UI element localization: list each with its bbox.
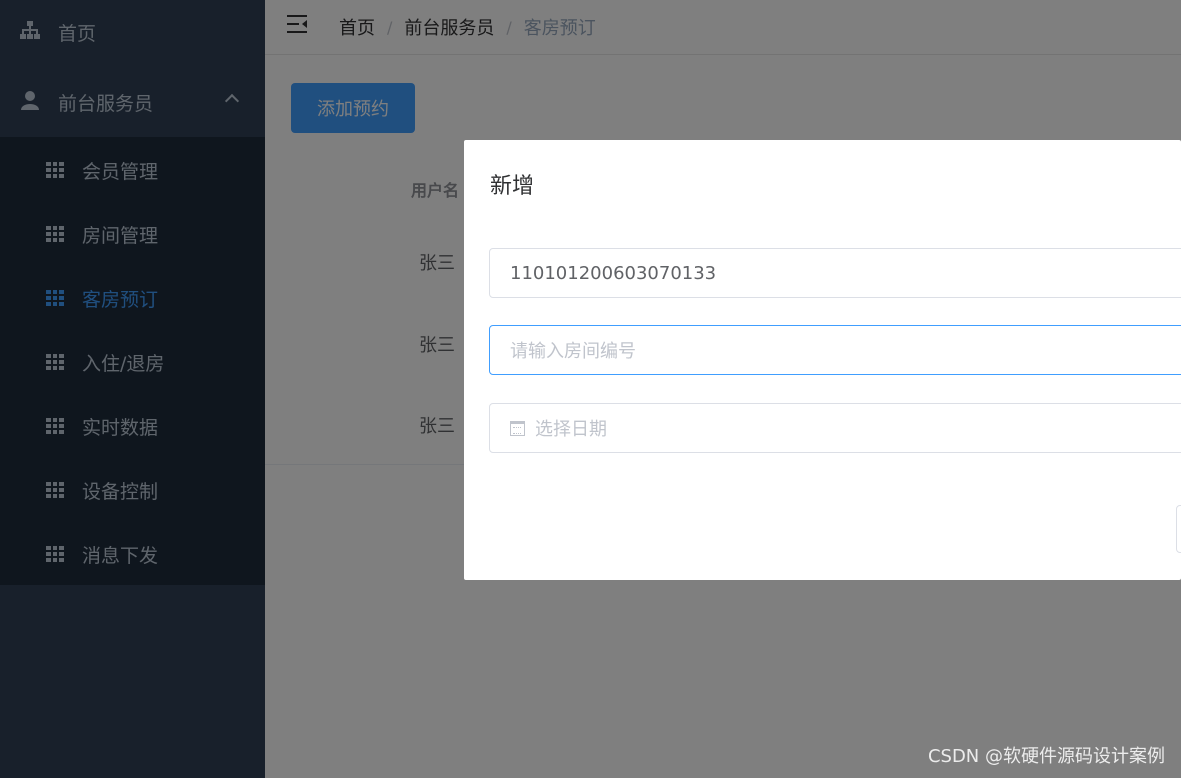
add-dialog: 新增 110101200603070133 请输入房间编号 选择日期 <box>464 140 1181 580</box>
dialog-title: 新增 <box>490 174 535 199</box>
room-number-input[interactable]: 请输入房间编号 <box>489 325 1181 375</box>
watermark-text: CSDN @软硬件源码设计案例 <box>927 746 1165 767</box>
id-number-input[interactable]: 110101200603070133 <box>489 248 1181 298</box>
dialog-footer-button[interactable] <box>1176 505 1181 553</box>
date-placeholder: 选择日期 <box>535 419 607 440</box>
calendar-icon <box>510 420 525 436</box>
room-number-placeholder: 请输入房间编号 <box>510 341 636 362</box>
date-picker-input[interactable]: 选择日期 <box>489 403 1181 453</box>
id-number-value: 110101200603070133 <box>510 262 717 284</box>
